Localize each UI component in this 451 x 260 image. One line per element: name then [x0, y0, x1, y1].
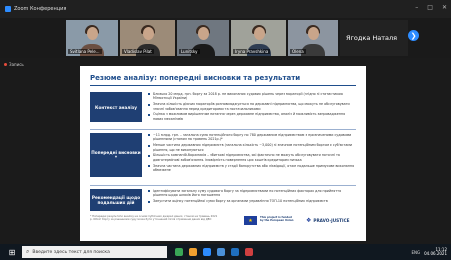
eu-funding-note: This project is funded by the European U… [260, 216, 294, 223]
pinned-app-icon[interactable] [203, 248, 211, 256]
section-bullets: Близько 20 млрд. грн. боргу за 2018 р. н… [148, 92, 356, 123]
system-tray: ENG 11:12 04.06.2021 [411, 244, 447, 260]
participant-avatar [253, 27, 265, 40]
section-label: Контекст аналізу [90, 92, 142, 122]
participant-avatar [87, 27, 98, 40]
section-context: Контекст аналізу Близько 20 млрд. грн. б… [90, 92, 356, 126]
active-speaker-tile[interactable]: Ягодка Наталя [340, 20, 408, 56]
participant-gallery: Svitlana Pele... Vladislav Pilat Lunitsk… [0, 18, 451, 58]
windows-taskbar: ⊞ ⌕ Введите здесь текст для поиска ENG 1… [0, 244, 451, 260]
maximize-button[interactable]: □ [427, 4, 433, 11]
clock-date: 04.06.2021 [424, 251, 447, 256]
pravo-justice-mark-icon: ❖ [306, 217, 312, 224]
minimize-button[interactable]: – [415, 4, 418, 11]
shared-screen-area: Резюме аналізу: попередні висновки та ре… [0, 58, 451, 244]
participant-avatar [308, 27, 319, 40]
participant-name: Vladislav Pilat [122, 49, 154, 54]
section-recommendations: Рекомендації щодо подальших дій Ідентифі… [90, 189, 356, 213]
participant-name: Lunitsky [179, 49, 200, 54]
section-bullets: Ідентифікувати загальну суму судового бо… [148, 189, 356, 205]
slide-footnote: * Попередні результати аналізу на основі… [90, 215, 218, 222]
window-controls: – □ ✕ [415, 4, 447, 11]
pinned-app-icon[interactable] [231, 248, 239, 256]
search-placeholder: Введите здесь текст для поиска [32, 249, 110, 255]
section-findings: Попередні висновки * ~11 млрд. грн. – за… [90, 133, 356, 181]
section-label: Рекомендації щодо подальших дій [90, 189, 142, 211]
zoom-app-icon [5, 6, 11, 12]
section-divider [90, 129, 356, 130]
bullet-item: Ідентифікувати загальну суму судового бо… [148, 189, 356, 198]
pravo-justice-logo-text: PRAVO-JUSTICE [313, 218, 350, 223]
presentation-slide: Резюме аналізу: попередні висновки та ре… [80, 66, 366, 241]
active-speaker-name: Ягодка Наталя [346, 34, 398, 42]
participant-tile[interactable]: Lunitsky [177, 20, 229, 56]
bullet-item: Значна кількість діючих мораторіїв розпо… [148, 102, 356, 111]
window-titlebar: Zoom Конференция – □ ✕ [0, 0, 451, 18]
clock[interactable]: 11:12 04.06.2021 [424, 247, 447, 257]
bullet-item: Запустити оцінку потенційної суми боргу … [148, 199, 356, 203]
bullet-item: Оцінка з можливим вирішенням питання чер… [148, 112, 356, 121]
pinned-app-icon[interactable] [175, 248, 183, 256]
eu-flag-icon: ★ [244, 216, 257, 225]
record-dot-icon [4, 63, 7, 66]
bullet-item: Значна частина державних підприємств у с… [148, 164, 356, 173]
pinned-app-icon[interactable] [189, 248, 197, 256]
bullet-item: Менше частина державних підприємств (заг… [148, 143, 356, 152]
recording-label: Запись [9, 62, 24, 67]
pinned-app-icon[interactable] [245, 248, 253, 256]
section-label: Попередні висновки * [90, 133, 142, 177]
title-divider [90, 85, 356, 86]
participant-tile[interactable]: Vladislav Pilat [120, 20, 175, 56]
participant-tile[interactable]: Svitlana Pele... [66, 20, 118, 56]
windows-start-icon[interactable]: ⊞ [6, 248, 18, 257]
pinned-apps [175, 248, 253, 256]
section-divider [90, 185, 356, 186]
pinned-app-icon[interactable] [217, 248, 225, 256]
recording-indicator: Запись [4, 62, 24, 67]
next-page-arrow-icon[interactable]: ❯ [408, 30, 419, 41]
section-bullets: ~11 млрд. грн. – загальна сума потенційн… [148, 133, 356, 174]
bullet-item: ~11 млрд. грн. – загальна сума потенційн… [148, 133, 356, 142]
window-title: Zoom Конференция [14, 6, 67, 12]
search-icon: ⌕ [26, 248, 30, 255]
participant-avatar [142, 27, 154, 40]
language-indicator[interactable]: ENG [411, 250, 420, 255]
participant-name: Olena [290, 49, 306, 54]
participant-tile[interactable]: Olena [288, 20, 338, 56]
participant-name: Svitlana Pele... [68, 49, 102, 54]
taskbar-search-box[interactable]: ⌕ Введите здесь текст для поиска [22, 246, 167, 258]
close-button[interactable]: ✕ [442, 4, 447, 11]
participant-name: Iryna Pravshkina [233, 49, 271, 54]
pravo-justice-logo: ❖ PRAVO-JUSTICE [306, 217, 350, 224]
bullet-item: Більшість компаній-боржників – збиткові … [148, 153, 356, 162]
slide-title: Резюме аналізу: попередні висновки та ре… [90, 74, 301, 82]
bullet-item: Близько 20 млрд. грн. боргу за 2018 р. н… [148, 92, 356, 101]
participant-tile[interactable]: Iryna Pravshkina [231, 20, 286, 56]
participant-avatar [198, 27, 209, 40]
